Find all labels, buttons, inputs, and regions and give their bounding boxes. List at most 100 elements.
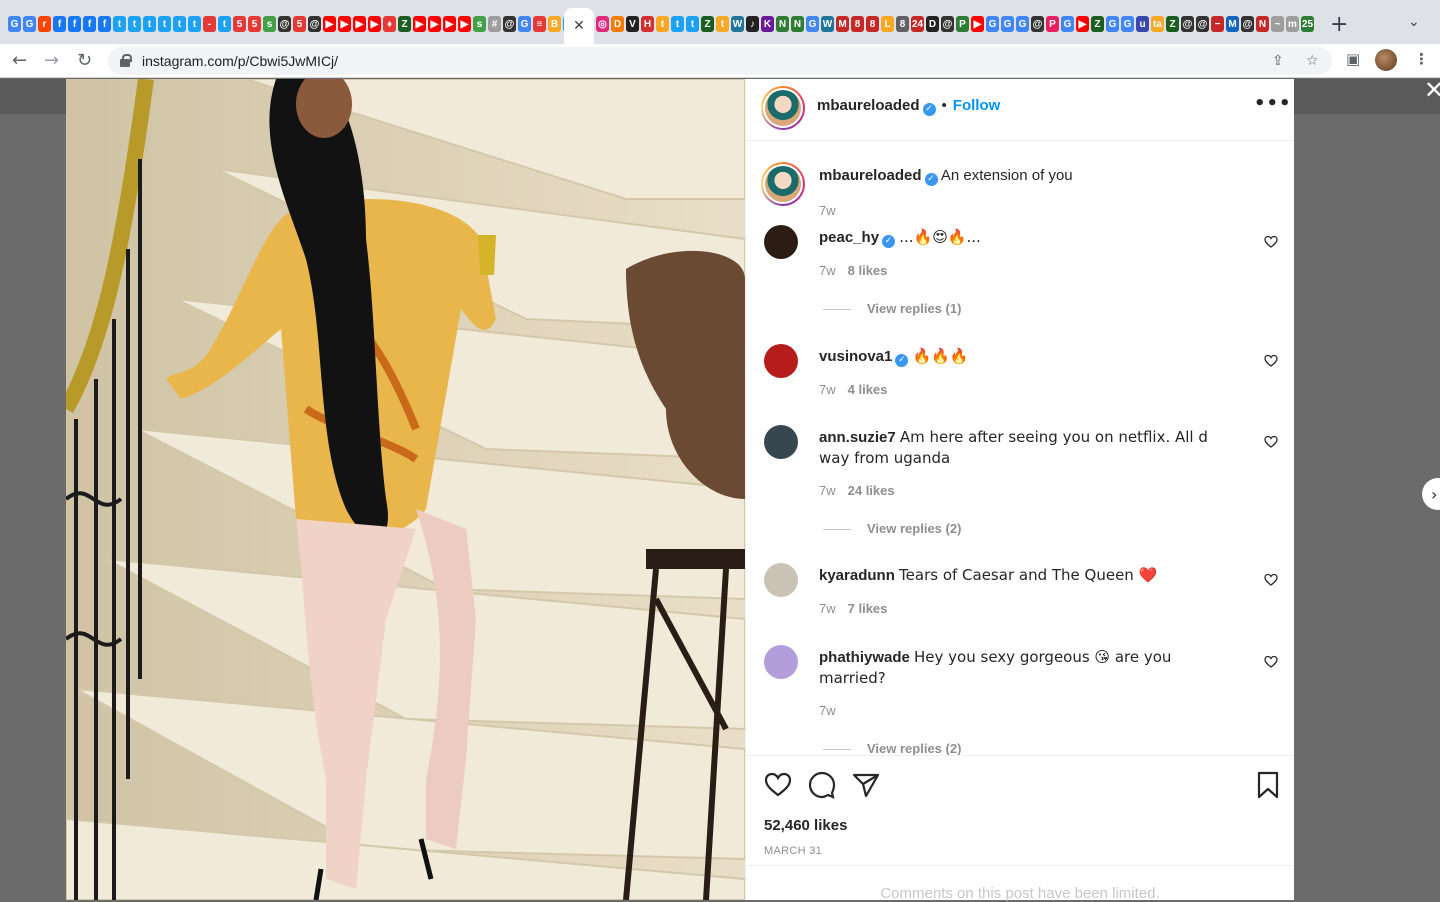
- youtube-icon[interactable]: ▶: [323, 16, 336, 32]
- site-icon[interactable]: Z: [1166, 16, 1179, 32]
- site-icon[interactable]: ≡: [533, 16, 546, 32]
- site-icon[interactable]: N: [791, 16, 804, 32]
- close-modal-icon[interactable]: ✕: [1424, 76, 1440, 104]
- reddit-icon[interactable]: r: [38, 16, 51, 32]
- youtube-icon[interactable]: ▶: [443, 16, 456, 32]
- site-icon[interactable]: ~: [1271, 16, 1284, 32]
- close-tab-icon[interactable]: ✕: [573, 18, 585, 34]
- twitter-icon[interactable]: t: [158, 16, 171, 32]
- facebook-icon[interactable]: f: [98, 16, 111, 32]
- site-icon[interactable]: M: [836, 16, 849, 32]
- site-icon[interactable]: ta: [1151, 16, 1164, 32]
- profile-avatar[interactable]: [1375, 49, 1397, 71]
- site-icon[interactable]: t: [716, 16, 729, 32]
- youtube-icon[interactable]: ▶: [413, 16, 426, 32]
- address-bar[interactable]: instagram.com/p/Cbwi5JwMICj/ ⇪ ☆: [108, 47, 1332, 75]
- site-icon[interactable]: P: [1046, 16, 1059, 32]
- twitter-icon[interactable]: t: [173, 16, 186, 32]
- site-icon[interactable]: M: [1226, 16, 1239, 32]
- commenter-username[interactable]: kyaradunn: [819, 567, 895, 584]
- news-icon[interactable]: -: [203, 16, 216, 32]
- site-icon[interactable]: N: [776, 16, 789, 32]
- grid-icon[interactable]: #: [488, 16, 501, 32]
- active-tab[interactable]: ✕: [564, 8, 594, 44]
- google-icon[interactable]: G: [1106, 16, 1119, 32]
- post-photo[interactable]: [66, 79, 745, 900]
- site-icon[interactable]: P: [956, 16, 969, 32]
- bookmark-star-icon[interactable]: ☆: [1306, 53, 1319, 69]
- site-icon[interactable]: 25: [1301, 16, 1314, 32]
- site-icon[interactable]: 8: [896, 16, 909, 32]
- likes-count[interactable]: 52,460 likes: [764, 817, 847, 834]
- share-icon[interactable]: ⇪: [1272, 53, 1284, 69]
- reload-icon[interactable]: ↻: [77, 50, 92, 71]
- threads-icon[interactable]: @: [308, 16, 321, 32]
- facebook-icon[interactable]: f: [53, 16, 66, 32]
- comment-like-heart-icon[interactable]: [1264, 573, 1278, 587]
- site-icon[interactable]: Z: [398, 16, 411, 32]
- threads-icon[interactable]: @: [941, 16, 954, 32]
- wordpress-icon[interactable]: W: [821, 16, 834, 32]
- google-icon[interactable]: G: [986, 16, 999, 32]
- twitter-icon[interactable]: t: [128, 16, 141, 32]
- google-icon[interactable]: G: [1121, 16, 1134, 32]
- site-icon[interactable]: 8: [851, 16, 864, 32]
- comment-like-heart-icon[interactable]: [1264, 354, 1278, 368]
- youtube-icon[interactable]: ▶: [368, 16, 381, 32]
- twitter-icon[interactable]: t: [671, 16, 684, 32]
- youtube-icon[interactable]: ▶: [428, 16, 441, 32]
- comment-like-heart-icon[interactable]: [1264, 235, 1278, 249]
- commenter-avatar[interactable]: [764, 344, 798, 378]
- site-icon[interactable]: Z: [701, 16, 714, 32]
- commenter-username[interactable]: vusinova1: [819, 348, 892, 365]
- site-icon[interactable]: V: [626, 16, 639, 32]
- commenter-avatar[interactable]: [764, 645, 798, 679]
- twitter-icon[interactable]: t: [188, 16, 201, 32]
- fire-icon[interactable]: ♦: [383, 16, 396, 32]
- next-post-chevron-icon[interactable]: ›: [1422, 478, 1440, 510]
- site-icon[interactable]: Z: [1091, 16, 1104, 32]
- site-icon[interactable]: D: [926, 16, 939, 32]
- site-icon[interactable]: 24: [911, 16, 924, 32]
- google-icon[interactable]: G: [518, 16, 531, 32]
- view-replies-button[interactable]: View replies (2): [823, 521, 961, 536]
- tab-search-chevron-icon[interactable]: ⌄: [1408, 14, 1420, 30]
- google-icon[interactable]: G: [23, 16, 36, 32]
- commenter-username[interactable]: phathiywade: [819, 649, 910, 666]
- site-icon[interactable]: B: [548, 16, 561, 32]
- site-icon[interactable]: 8: [866, 16, 879, 32]
- google-icon[interactable]: G: [1016, 16, 1029, 32]
- url-text[interactable]: instagram.com/p/Cbwi5JwMICj/: [142, 53, 338, 69]
- like-heart-icon[interactable]: [764, 771, 792, 799]
- comment-likes[interactable]: 8 likes: [848, 263, 888, 278]
- threads-icon[interactable]: @: [503, 16, 516, 32]
- youtube-icon[interactable]: ▶: [971, 16, 984, 32]
- follow-button[interactable]: Follow: [953, 97, 1001, 114]
- google-icon[interactable]: G: [1001, 16, 1014, 32]
- back-arrow-icon[interactable]: ←: [12, 50, 27, 71]
- author-avatar[interactable]: [761, 86, 805, 130]
- comments-list[interactable]: mbaureloaded ✓ An extension of you 7w pea…: [746, 142, 1294, 755]
- new-tab-icon[interactable]: +: [1330, 12, 1348, 37]
- commenter-username[interactable]: peac_hy: [819, 229, 879, 246]
- share-paper-plane-icon[interactable]: [852, 771, 880, 799]
- caption-username[interactable]: mbaureloaded: [819, 167, 922, 184]
- site-icon[interactable]: m: [1286, 16, 1299, 32]
- twitter-icon[interactable]: t: [218, 16, 231, 32]
- commenter-avatar[interactable]: [764, 563, 798, 597]
- commenter-username[interactable]: ann.suzie7: [819, 429, 896, 446]
- threads-icon[interactable]: @: [1181, 16, 1194, 32]
- view-replies-button[interactable]: View replies (2): [823, 741, 961, 755]
- threads-icon[interactable]: @: [1196, 16, 1209, 32]
- comment-like-heart-icon[interactable]: [1264, 655, 1278, 669]
- five-icon[interactable]: 5: [293, 16, 306, 32]
- twitter-icon[interactable]: t: [113, 16, 126, 32]
- instagram-icon[interactable]: ◎: [596, 16, 609, 32]
- youtube-icon[interactable]: ▶: [338, 16, 351, 32]
- twitter-icon[interactable]: t: [686, 16, 699, 32]
- commenter-avatar[interactable]: [764, 425, 798, 459]
- comment-likes[interactable]: 7 likes: [848, 601, 888, 616]
- youtube-icon[interactable]: ▶: [353, 16, 366, 32]
- threads-icon[interactable]: @: [278, 16, 291, 32]
- youtube-icon[interactable]: ▶: [458, 16, 471, 32]
